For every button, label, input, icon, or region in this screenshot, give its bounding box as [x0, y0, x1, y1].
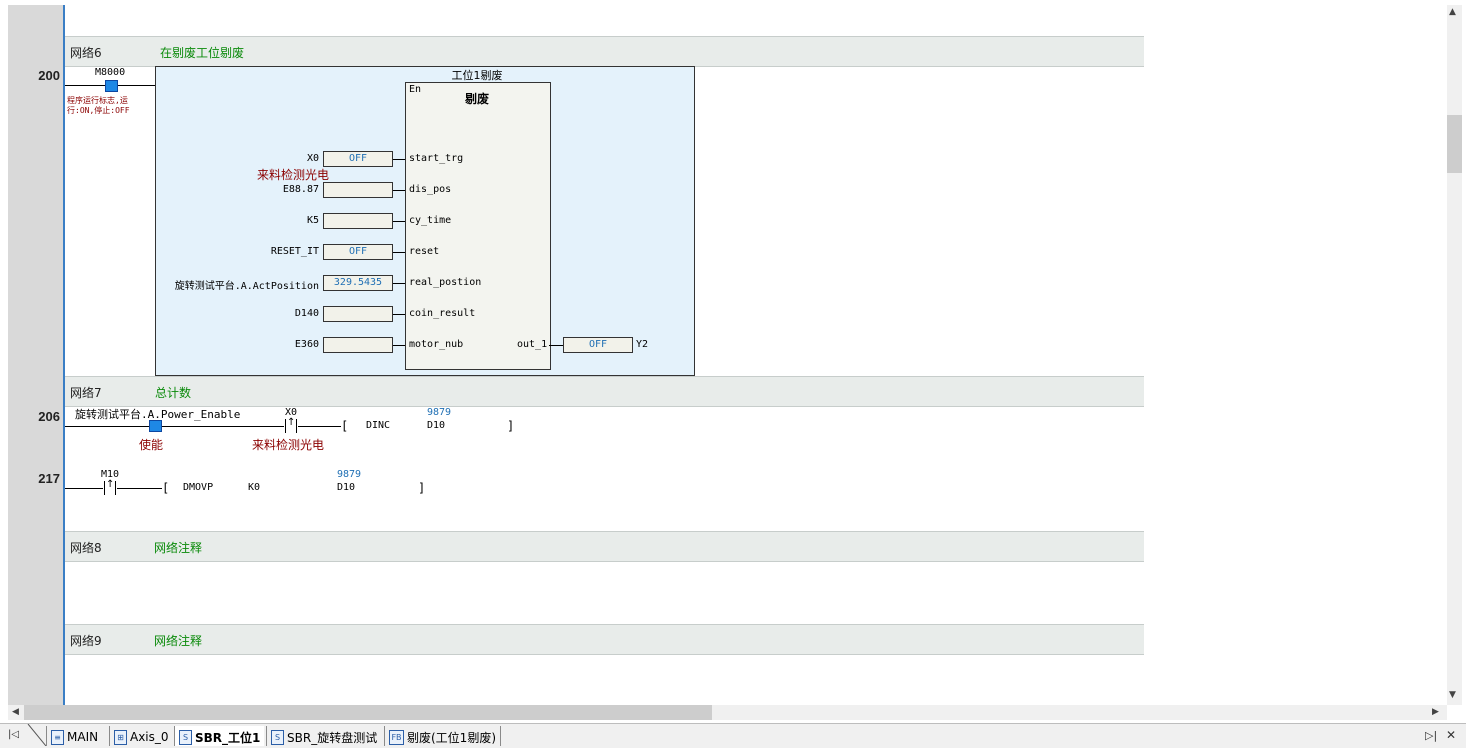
step-gutter	[8, 5, 63, 705]
pin-wire	[393, 190, 405, 191]
network-9-name: 网络9	[70, 634, 102, 648]
tab-divider-icon	[26, 723, 47, 747]
subroutine-icon: S	[179, 729, 192, 745]
pin-label: real_postion	[409, 277, 482, 288]
pin-label: start_trg	[409, 153, 464, 164]
scroll-up-icon[interactable]: ▲	[1449, 7, 1456, 17]
network-6-name: 网络6	[70, 46, 102, 60]
fb-icon: FB	[389, 729, 404, 745]
tab-main[interactable]: ≡ MAIN	[46, 726, 102, 746]
network-6-header[interactable]: 网络6 在剔废工位剔废	[65, 36, 1144, 67]
dmovp-instruction[interactable]: [ DMOVP K0 D10 ]	[162, 481, 426, 495]
input-value-box[interactable]	[323, 213, 393, 229]
tab-axis-0[interactable]: ⊞ Axis_0	[109, 726, 173, 746]
scroll-right-icon[interactable]: ▶	[1432, 707, 1439, 717]
network-7-comment[interactable]: 总计数	[155, 384, 191, 401]
fb-instance-name: 工位1剔废	[451, 69, 503, 82]
input-value-box[interactable]	[323, 306, 393, 322]
pin-wire	[393, 314, 405, 315]
pin-wire	[393, 252, 405, 253]
network-8-name: 网络8	[70, 541, 102, 555]
tab-fb-tifei[interactable]: FB 剔废(工位1剔废)	[384, 726, 501, 746]
input-value-box[interactable]: OFF	[323, 244, 393, 260]
m8000-contact[interactable]	[105, 80, 118, 92]
tab-label: SBR_工位1	[195, 730, 261, 745]
output-value-box[interactable]: OFF	[563, 337, 633, 353]
d10-value-217: 9879	[337, 469, 362, 480]
input-value-box[interactable]: OFF	[323, 151, 393, 167]
pin-wire	[393, 283, 405, 284]
instr-name: DINC	[366, 420, 391, 431]
m8000-comment: 程序运行标志,运行:ON,停止:OFF	[67, 96, 130, 115]
network-9-comment[interactable]: 网络注释	[154, 632, 202, 649]
ladder-icon: ≡	[51, 729, 64, 745]
axis-icon: ⊞	[114, 729, 127, 745]
step-number-217: 217	[38, 471, 60, 486]
fb-type-name: 剔废	[464, 92, 489, 106]
input-operand: E360	[294, 339, 319, 350]
step-number-200: 200	[38, 68, 60, 83]
tab-label: MAIN	[67, 730, 99, 744]
pin-wire	[393, 345, 405, 346]
instr-operand: D10	[427, 420, 446, 431]
network-7-name: 网络7	[70, 386, 102, 400]
input-value-box[interactable]: 329.5435	[323, 275, 393, 291]
subroutine-icon: S	[271, 729, 284, 745]
input-value-box[interactable]	[323, 182, 393, 198]
pin-wire	[393, 221, 405, 222]
pin-label: dis_pos	[409, 184, 452, 195]
power-enable-comment: 使能	[139, 438, 164, 452]
function-block[interactable]	[405, 82, 551, 370]
vertical-scrollbar[interactable]	[1447, 5, 1462, 705]
m8000-label: M8000	[95, 67, 126, 78]
instr-dst: D10	[337, 482, 356, 493]
pin-wire	[549, 345, 563, 346]
step-number-206: 206	[38, 409, 60, 424]
rising-edge-arrow-icon: ↑	[287, 417, 296, 428]
network-8-header[interactable]: 网络8 网络注释	[65, 531, 1144, 562]
rising-edge-arrow-icon: ↑	[106, 479, 115, 490]
rung-206-line	[65, 426, 341, 427]
dinc-instruction[interactable]: [ DINC D10 ]	[341, 419, 515, 433]
tab-label: 剔废(工位1剔废)	[407, 730, 496, 745]
tab-sbr-xuanzhuanpan[interactable]: S SBR_旋转盘测试	[266, 726, 381, 746]
pin-wire	[393, 159, 405, 160]
input-comment: 来料检测光电	[257, 168, 330, 182]
input-operand: RESET_IT	[270, 246, 319, 257]
output-operand: Y2	[636, 339, 649, 350]
pin-label: reset	[409, 246, 440, 257]
pin-label: coin_result	[409, 308, 476, 319]
input-operand: K5	[306, 215, 319, 226]
d10-value: 9879	[427, 407, 452, 418]
output-pin-label: out_1	[517, 339, 548, 350]
network-9-header[interactable]: 网络9 网络注释	[65, 624, 1144, 655]
input-operand: D140	[294, 308, 319, 319]
tab-label: Axis_0	[130, 730, 169, 744]
network-7-header[interactable]: 网络7 总计数	[65, 376, 1144, 407]
pin-label: motor_nub	[409, 339, 464, 350]
tab-scroll-left-icon[interactable]: |◁	[8, 729, 19, 740]
m10-rising-contact[interactable]: ↑	[103, 479, 117, 495]
scroll-left-icon[interactable]: ◀	[12, 707, 19, 717]
tab-label: SBR_旋转盘测试	[287, 730, 378, 745]
pin-label: cy_time	[409, 215, 452, 226]
input-value-box[interactable]	[323, 337, 393, 353]
close-icon[interactable]: ✕	[1446, 728, 1456, 742]
input-operand: 旋转测试平台.A.ActPosition	[174, 281, 319, 292]
gutter-border	[63, 5, 65, 705]
power-enable-contact[interactable]	[149, 420, 162, 432]
scroll-down-icon[interactable]: ▼	[1449, 690, 1456, 700]
x0-rising-contact[interactable]: ↑	[284, 417, 298, 433]
input-operand: X0	[306, 153, 319, 164]
vertical-scroll-thumb[interactable]	[1447, 115, 1462, 173]
x0-comment: 来料检测光电	[252, 438, 325, 452]
tab-nav-icon[interactable]: ▷|	[1425, 729, 1437, 742]
instr-src: K0	[248, 482, 261, 493]
network-6-comment[interactable]: 在剔废工位剔废	[160, 44, 244, 61]
horizontal-scroll-thumb[interactable]	[24, 705, 712, 720]
tab-sbr-gongwei1[interactable]: S SBR_工位1	[174, 726, 265, 746]
instr-name: DMOVP	[183, 482, 214, 493]
network-8-comment[interactable]: 网络注释	[154, 539, 202, 556]
input-operand: E88.87	[282, 184, 319, 195]
